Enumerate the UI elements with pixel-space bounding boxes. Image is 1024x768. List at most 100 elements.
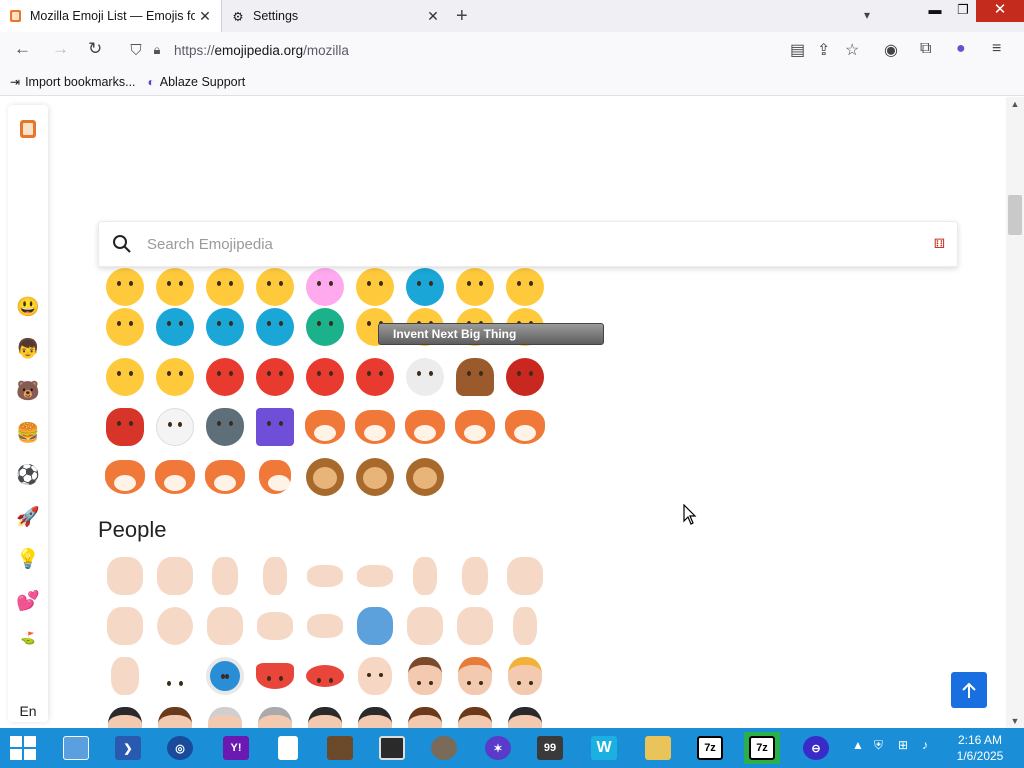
random-dice-icon[interactable]: ⚅: [934, 236, 945, 252]
bookmark-import[interactable]: ⇥ Import bookmarks...: [10, 75, 136, 89]
blank-document-taskbar-icon[interactable]: [270, 732, 306, 764]
emoji-tile[interactable]: [200, 601, 250, 651]
emoji-tile[interactable]: [150, 402, 200, 452]
emoji-tile[interactable]: [400, 651, 450, 701]
gimp-taskbar-icon[interactable]: [426, 732, 462, 764]
emoji-tile[interactable]: [400, 601, 450, 651]
emoji-tile[interactable]: [450, 601, 500, 651]
emoji-tile[interactable]: [150, 551, 200, 601]
tray-volume-icon[interactable]: ♪: [922, 738, 928, 752]
start-button[interactable]: [10, 736, 38, 762]
emoji-tile[interactable]: [150, 601, 200, 651]
scrollbar-thumb[interactable]: [1008, 195, 1022, 235]
emoji-tile[interactable]: [150, 302, 200, 352]
7zip-taskbar-icon[interactable]: 7z: [692, 732, 728, 764]
emoji-tile[interactable]: [300, 651, 350, 701]
emoji-tile[interactable]: [350, 651, 400, 701]
url-text[interactable]: https://emojipedia.org/mozilla: [174, 43, 349, 58]
scroll-down-arrow-icon[interactable]: ▼: [1006, 716, 1024, 726]
category-food-icon[interactable]: 🍔: [8, 421, 48, 445]
tab-emojipedia[interactable]: Mozilla Emoji List — Emojis for Mozilla …: [0, 0, 222, 32]
emoji-tile[interactable]: [450, 651, 500, 701]
language-selector[interactable]: En: [8, 703, 48, 719]
category-travel-icon[interactable]: 🚀: [8, 505, 48, 529]
emoji-tile[interactable]: [450, 352, 500, 402]
emoji-tile[interactable]: [350, 601, 400, 651]
list-all-tabs-chevron-icon[interactable]: ▾: [864, 8, 870, 22]
minimize-button[interactable]: ▬: [920, 0, 950, 22]
file-manager-taskbar-icon[interactable]: [58, 732, 94, 764]
tray-chevron-icon[interactable]: ▲: [852, 738, 864, 752]
emoji-tile[interactable]: [250, 551, 300, 601]
tab-close-icon[interactable]: ✕: [195, 8, 215, 25]
emoji-tile[interactable]: [500, 402, 550, 452]
emoji-tile[interactable]: [400, 551, 450, 601]
emoji-tile[interactable]: [500, 352, 550, 402]
emoji-tile[interactable]: [150, 452, 200, 502]
lock-icon[interactable]: 🔒︎: [146, 42, 168, 58]
virus-app-taskbar-icon[interactable]: ✶: [480, 732, 516, 764]
emoji-tile[interactable]: [200, 402, 250, 452]
7zip-active-taskbar-icon[interactable]: 7z: [744, 732, 780, 764]
emoji-tile[interactable]: [100, 601, 150, 651]
emoji-tile[interactable]: [100, 551, 150, 601]
emoji-tile[interactable]: [500, 601, 550, 651]
emoji-tile[interactable]: [300, 352, 350, 402]
minecraft-taskbar-icon[interactable]: [322, 732, 358, 764]
emoji-tile[interactable]: [250, 402, 300, 452]
emoji-tile[interactable]: [150, 701, 200, 728]
emoji-tile[interactable]: [350, 701, 400, 728]
close-window-button[interactable]: ✕: [976, 0, 1024, 22]
forward-arrow-icon[interactable]: →: [52, 39, 69, 59]
page-scrollbar[interactable]: ▲ ▼: [1006, 97, 1024, 728]
emoji-tile[interactable]: [450, 701, 500, 728]
category-objects-icon[interactable]: 💡: [8, 547, 48, 571]
emoji-tile[interactable]: [200, 352, 250, 402]
reload-icon[interactable]: ↻: [88, 39, 102, 59]
emojipedia-logo-icon[interactable]: [8, 119, 48, 145]
category-smileys-icon[interactable]: 😃: [8, 295, 48, 319]
w-app-taskbar-icon[interactable]: W: [586, 732, 622, 764]
emoji-tile[interactable]: [100, 402, 150, 452]
emoji-tile[interactable]: [500, 651, 550, 701]
emoji-tile[interactable]: [150, 352, 200, 402]
emoji-tile[interactable]: [300, 402, 350, 452]
tab-settings[interactable]: ⚙ Settings ✕: [223, 0, 449, 32]
emoji-tile[interactable]: [500, 701, 550, 728]
emoji-tile[interactable]: [450, 551, 500, 601]
emoji-tile[interactable]: [100, 302, 150, 352]
emoji-tile[interactable]: [300, 452, 350, 502]
powershell-taskbar-icon[interactable]: ❯: [110, 732, 146, 764]
account-icon[interactable]: ◉: [884, 40, 898, 60]
emoji-tile[interactable]: [450, 402, 500, 452]
category-flags-icon[interactable]: ⛳: [8, 631, 48, 645]
category-activities-icon[interactable]: ⚽: [8, 463, 48, 487]
reader-view-icon[interactable]: ▤: [790, 40, 805, 60]
emoji-tile[interactable]: [250, 302, 300, 352]
photo-viewer-taskbar-icon[interactable]: [374, 732, 410, 764]
emoji-tile[interactable]: [500, 551, 550, 601]
category-people-icon[interactable]: 👦: [8, 337, 48, 361]
emoji-tile[interactable]: [300, 302, 350, 352]
tray-network-icon[interactable]: ⊞: [898, 738, 908, 752]
emoji-tile[interactable]: [200, 452, 250, 502]
emoji-tile[interactable]: [250, 651, 300, 701]
terminal-taskbar-icon[interactable]: 99: [532, 732, 568, 764]
emoji-tile[interactable]: [250, 352, 300, 402]
tray-security-icon[interactable]: ⛨: [874, 738, 883, 753]
share-icon[interactable]: ⇪: [817, 40, 830, 60]
emoji-tile[interactable]: [100, 352, 150, 402]
profile-icon[interactable]: ●: [956, 40, 966, 58]
yahoo-messenger-taskbar-icon[interactable]: Y!: [218, 732, 254, 764]
emoji-tile[interactable]: [350, 452, 400, 502]
emoji-tile[interactable]: [350, 352, 400, 402]
extensions-icon[interactable]: ⧉: [920, 40, 931, 58]
shield-icon[interactable]: ⛉: [126, 42, 146, 59]
menu-hamburger-icon[interactable]: ≡: [992, 40, 1001, 58]
bookmark-ablaze-support[interactable]: ◐ Ablaze Support: [148, 75, 246, 89]
scroll-to-top-button[interactable]: [951, 672, 987, 708]
search-box[interactable]: Search Emojipedia ⚅: [98, 221, 958, 267]
emoji-tile[interactable]: [300, 701, 350, 728]
emoji-tile[interactable]: [200, 551, 250, 601]
bookmark-star-icon[interactable]: ☆: [845, 40, 859, 60]
